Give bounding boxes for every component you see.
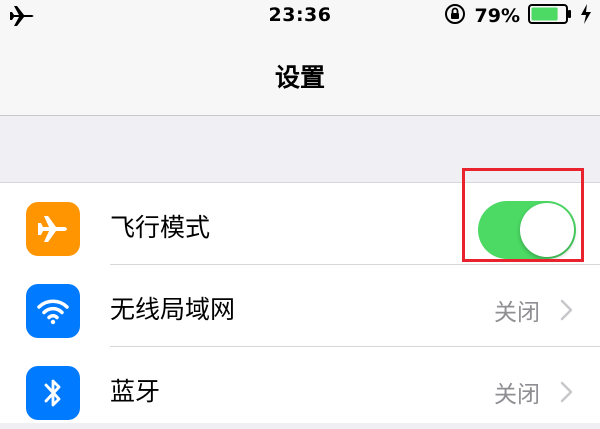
airplane-mode-label: 飞行模式 [110, 213, 211, 242]
battery-percent: 79% [474, 5, 520, 27]
orientation-lock-icon [443, 2, 467, 30]
battery-icon [528, 3, 572, 29]
bluetooth-label: 蓝牙 [110, 377, 161, 406]
charging-bolt-icon [580, 3, 592, 29]
status-indicators: 79% [443, 3, 592, 29]
settings-row-wifi[interactable]: 无线局域网 关闭 [0, 265, 600, 347]
settings-row-bluetooth[interactable]: 蓝牙 关闭 [0, 347, 600, 429]
page-title: 设置 [274, 63, 325, 92]
navigation-bar: 设置 [0, 34, 600, 116]
wifi-icon [26, 284, 80, 338]
airplane-mode-icon [26, 202, 80, 256]
wifi-status-value: 关闭 [494, 300, 540, 326]
wifi-label: 无线局域网 [110, 295, 236, 324]
chevron-right-icon [560, 381, 574, 403]
bluetooth-icon [26, 366, 80, 420]
bluetooth-status-value: 关闭 [494, 382, 540, 408]
status-bar: 23:36 79% [0, 0, 600, 34]
chevron-right-icon [560, 299, 574, 321]
toggle-highlight-box [462, 168, 584, 262]
